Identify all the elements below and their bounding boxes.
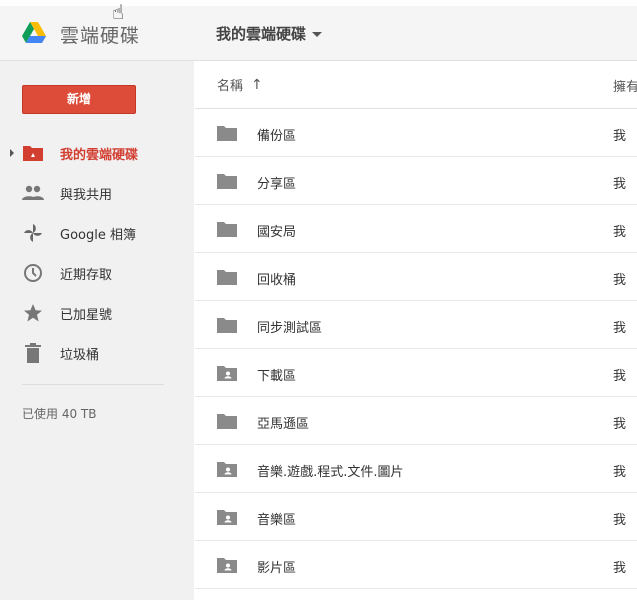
file-owner: 我 — [613, 177, 627, 192]
file-row[interactable]: 備份區 我 — [195, 109, 637, 157]
file-owner: 我 — [613, 513, 627, 528]
file-row[interactable]: 影片區 我 — [195, 541, 637, 589]
sidebar-item-label: Google 相簿 — [60, 227, 136, 243]
file-list: 名稱 ↑ 擁有 備份區我分享區我國安局我回收桶我同步測試區我下載區我亞馬遜區我音… — [195, 61, 637, 600]
shared-folder-icon — [217, 366, 237, 381]
sidebar-item-label: 我的雲端硬碟 — [60, 147, 139, 163]
hand-cursor-icon: ☝ — [112, 0, 125, 24]
file-row[interactable]: 音樂.遊戲.程式.文件.圖片 我 — [195, 445, 637, 493]
file-name: 備份區 — [257, 129, 297, 144]
breadcrumb-current: 我的雲端硬碟 — [216, 25, 307, 43]
file-owner: 我 — [613, 417, 627, 432]
drive-logo-icon[interactable] — [22, 22, 46, 44]
shared-folder-icon — [217, 510, 237, 525]
sidebar-item-label: 垃圾桶 — [60, 347, 100, 363]
file-owner: 我 — [613, 321, 627, 336]
column-header-owner[interactable]: 擁有 — [613, 76, 637, 95]
drive-app: 雲端硬碟 我的雲端硬碟 ☝ 新增 我的雲端硬碟 與我共用 Google 相簿 近… — [0, 0, 637, 600]
sidebar-item-starred[interactable]: 已加星號 — [0, 293, 194, 333]
file-row[interactable]: 同步測試區 我 — [195, 301, 637, 349]
folder-icon — [217, 174, 237, 189]
star-icon — [22, 302, 44, 324]
file-name: 國安局 — [257, 225, 297, 240]
file-row[interactable]: 回收桶 我 — [195, 253, 637, 301]
file-owner: 我 — [613, 225, 627, 240]
column-header-name-label: 名稱 — [217, 79, 244, 94]
file-name: 分享區 — [257, 177, 297, 192]
list-header: 名稱 ↑ 擁有 — [195, 61, 637, 109]
storage-usage: 已使用 40 TB — [22, 407, 97, 421]
sidebar-item-trash[interactable]: 垃圾桶 — [0, 333, 194, 373]
folder-icon — [217, 318, 237, 333]
trash-icon — [22, 342, 44, 364]
file-owner: 我 — [613, 273, 627, 288]
top-bar: 雲端硬碟 我的雲端硬碟 ☝ — [0, 0, 637, 61]
sidebar-item-label: 與我共用 — [60, 187, 113, 203]
sidebar-item-label: 近期存取 — [60, 267, 113, 283]
sidebar: 新增 我的雲端硬碟 與我共用 Google 相簿 近期存取 已加星號 垃圾桶 已… — [0, 61, 194, 600]
file-name: 亞馬遜區 — [257, 417, 310, 432]
file-owner: 我 — [613, 561, 627, 576]
file-owner: 我 — [613, 465, 627, 480]
file-row[interactable]: 分享區 我 — [195, 157, 637, 205]
google-photos-icon — [22, 222, 44, 244]
sidebar-nav: 我的雲端硬碟 與我共用 Google 相簿 近期存取 已加星號 垃圾桶 — [0, 133, 194, 373]
file-row[interactable]: 亞馬遜區 我 — [195, 397, 637, 445]
clock-icon — [22, 262, 44, 284]
file-row[interactable]: 國安局 我 — [195, 205, 637, 253]
arrow-up-icon[interactable]: ↑ — [251, 77, 263, 93]
file-name: 同步測試區 — [257, 321, 323, 336]
file-name: 音樂區 — [257, 513, 297, 528]
folder-icon — [217, 222, 237, 237]
breadcrumb[interactable]: 我的雲端硬碟 — [216, 23, 323, 44]
file-name: 回收桶 — [257, 273, 297, 288]
file-owner: 我 — [613, 129, 627, 144]
expand-arrow-icon[interactable] — [10, 149, 14, 157]
shared-folder-icon — [217, 558, 237, 573]
sidebar-item-my-drive[interactable]: 我的雲端硬碟 — [0, 133, 194, 173]
file-owner: 我 — [613, 369, 627, 384]
folder-icon — [217, 414, 237, 429]
shared-people-icon — [22, 182, 44, 204]
file-name: 音樂.遊戲.程式.文件.圖片 — [257, 465, 404, 480]
file-rows: 備份區我分享區我國安局我回收桶我同步測試區我下載區我亞馬遜區我音樂.遊戲.程式.… — [195, 109, 637, 589]
shared-folder-icon — [217, 462, 237, 477]
column-header-name[interactable]: 名稱 ↑ — [217, 75, 263, 95]
app-title: 雲端硬碟 — [60, 25, 141, 47]
sidebar-item-google-photos[interactable]: Google 相簿 — [0, 213, 194, 253]
sidebar-item-label: 已加星號 — [60, 307, 113, 323]
file-name: 下載區 — [257, 369, 297, 384]
my-drive-icon — [22, 142, 44, 164]
file-row[interactable]: 音樂區 我 — [195, 493, 637, 541]
file-name: 影片區 — [257, 561, 297, 576]
folder-icon — [217, 270, 237, 285]
sidebar-item-shared[interactable]: 與我共用 — [0, 173, 194, 213]
file-row[interactable]: 下載區 我 — [195, 349, 637, 397]
folder-icon — [217, 126, 237, 141]
sidebar-divider — [22, 384, 164, 385]
new-button[interactable]: 新增 — [22, 85, 136, 114]
sidebar-item-recent[interactable]: 近期存取 — [0, 253, 194, 293]
chevron-down-icon — [312, 32, 323, 37]
